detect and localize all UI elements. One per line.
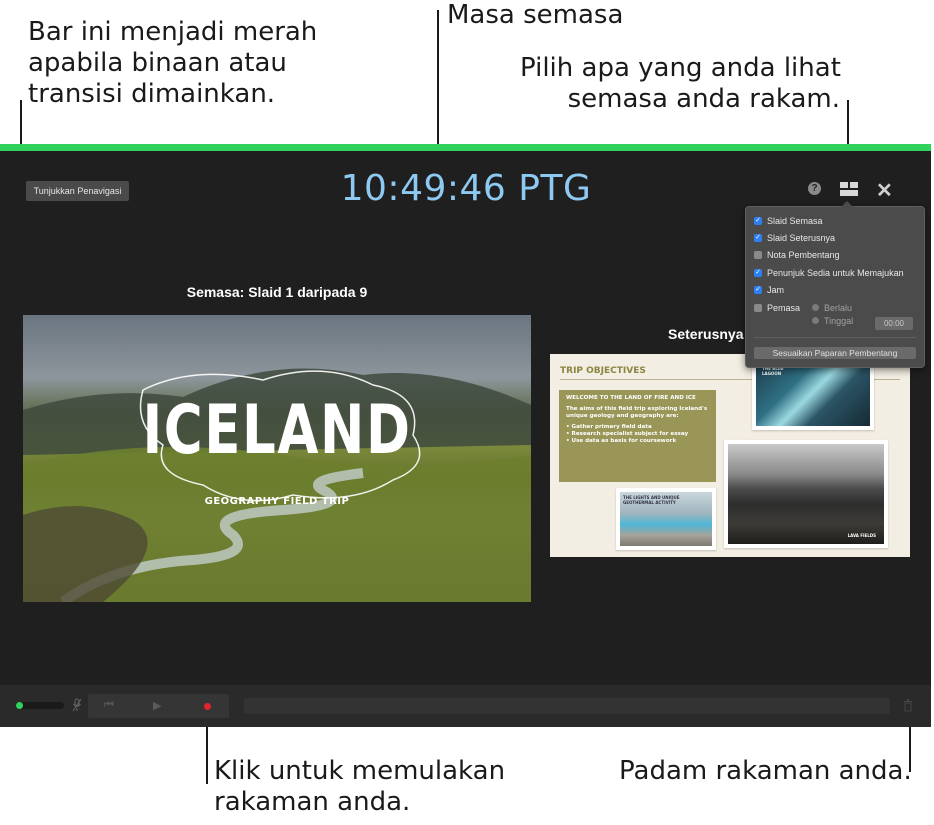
layout-options-popover: ✓ Slaid Semasa ✓ Slaid Seterusnya Nota P… — [745, 201, 925, 368]
close-icon[interactable]: ✕ — [876, 178, 893, 203]
callout-layout-line-2: semasa anda rakam. — [567, 84, 840, 114]
customize-presenter-display-button[interactable]: Sesuaikan Paparan Pembentang — [754, 347, 916, 359]
next-slide-text-box: WELCOME TO THE LAND OF FIRE AND ICE The … — [559, 390, 716, 482]
clock: 10:49:46 PTG — [340, 168, 592, 209]
callout-time-leader — [437, 10, 439, 166]
recording-timeline[interactable] — [244, 698, 890, 714]
callout-bar-line-1: Bar ini menjadi merah — [28, 17, 318, 47]
callout-layout: Pilih apa yang anda lihat semasa anda ra… — [520, 53, 841, 115]
popover-divider — [754, 337, 916, 338]
presenter-display: Tunjukkan Penavigasi 10:49:46 PTG ? ✕ Se… — [0, 144, 931, 727]
next-slide-box-intro: The aims of this field trip exploring Ic… — [566, 406, 708, 419]
recording-control-bar: ⏮ ▶ — [0, 685, 931, 727]
show-navigator-button[interactable]: Tunjukkan Penavigasi — [26, 181, 129, 201]
checkbox-icon[interactable]: ✓ — [754, 216, 762, 225]
slide-subtitle: GEOGRAPHY FIELD TRIP — [204, 496, 350, 507]
current-slide-label: Semasa: Slaid 1 daripada 9 — [186, 284, 368, 300]
timer-duration-field[interactable]: 00:00 — [875, 317, 913, 330]
option-next-slide[interactable]: ✓ Slaid Seterusnya — [754, 231, 835, 244]
option-ready-indicator[interactable]: ✓ Penunjuk Sedia untuk Memajukan — [754, 266, 904, 279]
previous-icon[interactable]: ⏮ — [104, 699, 114, 712]
callout-delete: Padam rakaman anda. — [619, 756, 912, 786]
option-label: Jam — [767, 284, 785, 295]
mic-muted-icon[interactable] — [72, 698, 82, 712]
mountain-photo: LAVA FIELDS — [724, 440, 888, 548]
timer-mode-remaining[interactable]: Tinggal — [812, 314, 853, 327]
option-clock[interactable]: ✓ Jam — [754, 283, 784, 296]
callout-layout-line-1: Pilih apa yang anda lihat — [520, 53, 841, 83]
mountain-photo-caption: LAVA FIELDS — [847, 533, 876, 538]
popover-arrow — [841, 201, 853, 207]
option-label: Slaid Semasa — [767, 215, 823, 226]
trash-icon[interactable] — [903, 699, 913, 712]
option-label: Pemasa — [767, 302, 801, 313]
ready-indicator-bar — [0, 144, 931, 151]
option-label: Penunjuk Sedia untuk Memajukan — [767, 267, 904, 278]
option-presenter-notes[interactable]: Nota Pembentang — [754, 248, 840, 261]
checkbox-icon[interactable]: ✓ — [754, 268, 762, 277]
record-button[interactable] — [204, 703, 211, 710]
checkbox-icon[interactable]: ✓ — [754, 285, 762, 294]
callout-record-line-2: rakaman anda. — [214, 787, 411, 817]
geyser-photo: THE LIGHTS AND UNIQUE GEOTHERMAL ACTIVIT… — [616, 488, 716, 550]
radio-label: Tinggal — [824, 315, 854, 326]
geyser-photo-caption: THE LIGHTS AND UNIQUE GEOTHERMAL ACTIVIT… — [623, 495, 680, 505]
radio-icon[interactable] — [812, 304, 819, 311]
next-slide-box-heading: WELCOME TO THE LAND OF FIRE AND ICE — [566, 395, 696, 401]
help-icon[interactable]: ? — [808, 182, 821, 195]
checkbox-icon[interactable] — [754, 250, 762, 259]
callout-record-line-1: Klik untuk memulakan — [214, 756, 506, 786]
play-icon[interactable]: ▶ — [153, 699, 161, 712]
callout-bar-leader — [20, 100, 22, 144]
callout-time: Masa semasa — [447, 0, 624, 30]
next-slide-bullet: • Research specialist subject for essay — [566, 431, 689, 437]
next-slide-title: TRIP OBJECTIVES — [560, 366, 646, 376]
callout-bar: Bar ini menjadi merah apabila binaan ata… — [28, 17, 317, 110]
checkbox-icon[interactable]: ✓ — [754, 233, 762, 242]
audio-level-fill — [16, 702, 24, 709]
callout-bar-line-2: apabila binaan atau — [28, 48, 287, 78]
timer-mode-elapsed[interactable]: Berlalu — [812, 301, 852, 314]
current-slide: ICELAND GEOGRAPHY FIELD TRIP — [23, 315, 531, 602]
transport-controls: ⏮ ▶ — [88, 694, 229, 718]
callout-bar-line-3: transisi dimainkan. — [28, 79, 276, 109]
option-label: Nota Pembentang — [767, 249, 840, 260]
option-label: Slaid Seterusnya — [767, 232, 836, 243]
option-current-slide[interactable]: ✓ Slaid Semasa — [754, 214, 823, 227]
next-slide: TRIP OBJECTIVES WELCOME TO THE LAND OF F… — [550, 354, 910, 557]
checkbox-icon[interactable] — [754, 303, 762, 312]
layout-icon[interactable] — [840, 182, 858, 196]
option-timer[interactable]: Pemasa — [754, 301, 800, 314]
radio-icon[interactable] — [812, 317, 819, 324]
audio-level-meter — [16, 702, 64, 709]
radio-label: Berlalu — [824, 302, 853, 313]
next-slide-bullet: • Gather primary field data — [566, 424, 652, 430]
slide-title: ICELAND — [142, 391, 412, 470]
next-slide-bullet: • Use data as basis for coursework — [566, 438, 677, 444]
callout-record: Klik untuk memulakan rakaman anda. — [214, 756, 505, 818]
next-slide-label: Seterusnya — [668, 326, 744, 342]
